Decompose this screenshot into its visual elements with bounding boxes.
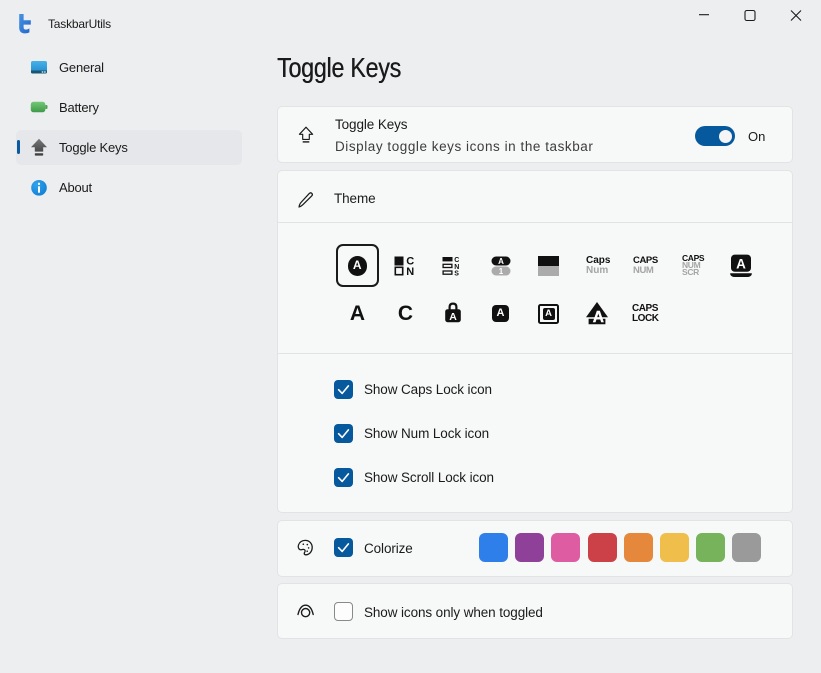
svg-text:A: A [449, 311, 457, 323]
svg-text:A: A [736, 256, 746, 271]
svg-text:A: A [498, 257, 504, 266]
svg-text:A: A [593, 309, 604, 325]
svg-text:S: S [454, 271, 459, 277]
svg-text:1: 1 [499, 267, 504, 276]
svg-text:N: N [406, 266, 414, 277]
